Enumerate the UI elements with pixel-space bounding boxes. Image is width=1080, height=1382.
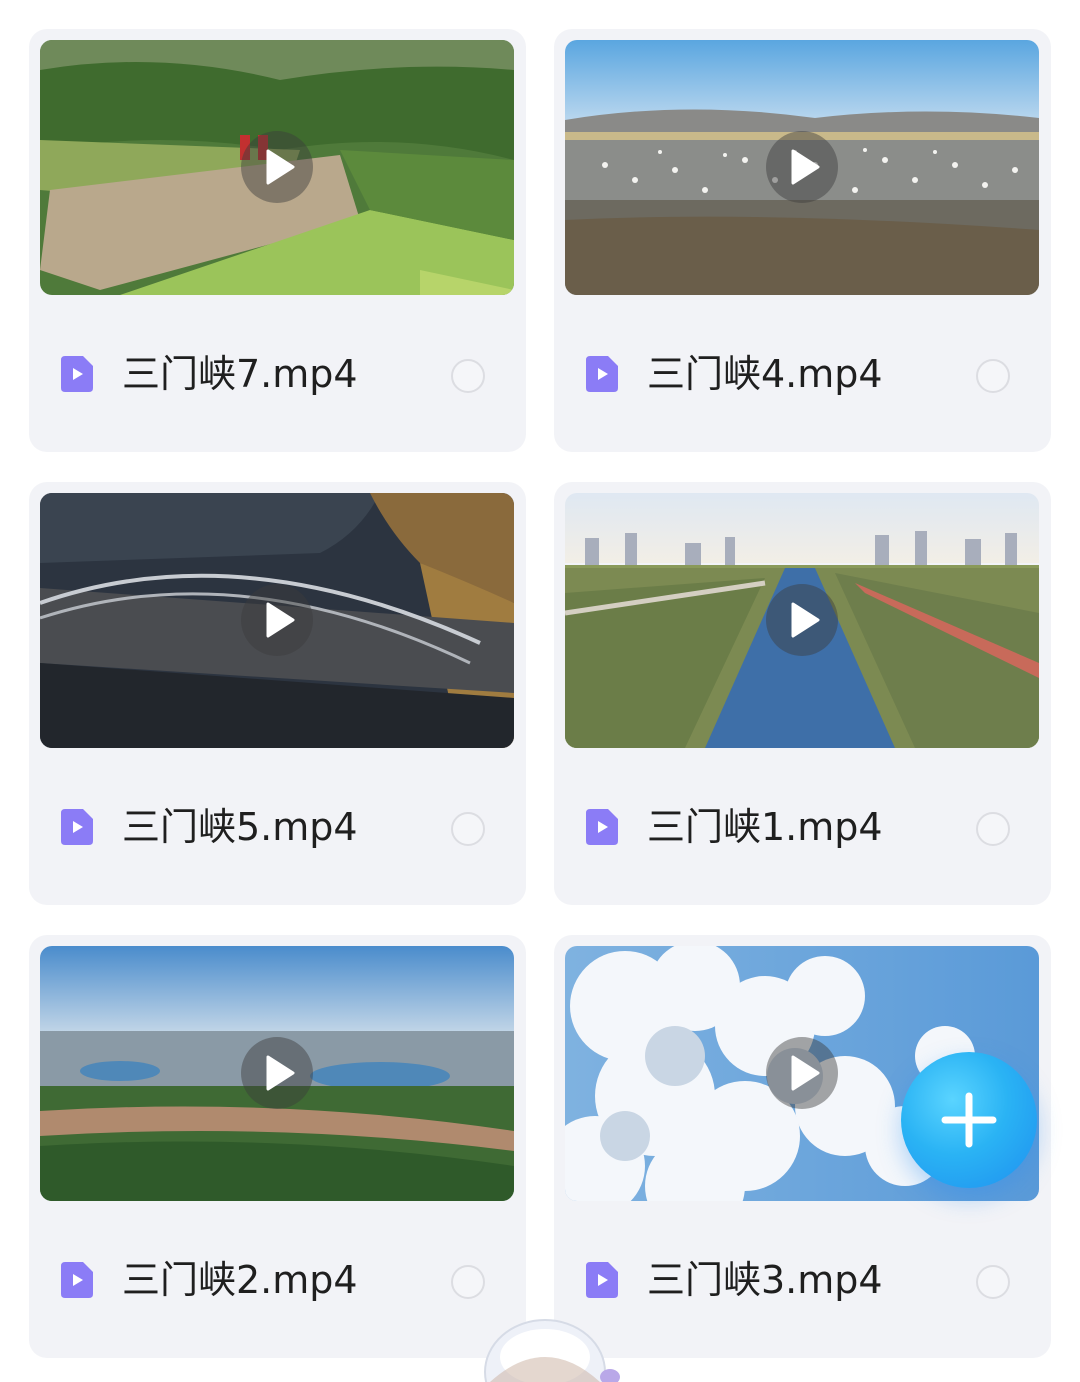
file-name: 三门峡2.mp4 xyxy=(122,1258,358,1302)
video-grid: 三门峡7.mp4 三门峡4.mp4 三门峡5.mp4 三门峡1.mp4 三门峡2… xyxy=(0,0,1080,1382)
video-thumbnail[interactable] xyxy=(565,40,1039,295)
file-name: 三门峡3.mp4 xyxy=(647,1258,883,1302)
file-name: 三门峡1.mp4 xyxy=(647,805,883,849)
video-file-icon xyxy=(61,809,93,845)
video-card[interactable]: 三门峡1.mp4 xyxy=(554,482,1051,905)
video-file-icon xyxy=(61,1262,93,1298)
play-button[interactable] xyxy=(766,584,838,656)
play-button[interactable] xyxy=(766,1037,838,1109)
play-icon xyxy=(266,1055,295,1091)
play-icon xyxy=(791,149,820,185)
radio-unchecked-icon[interactable] xyxy=(976,359,1010,393)
video-card[interactable]: 三门峡2.mp4 xyxy=(29,935,526,1358)
play-button[interactable] xyxy=(241,1037,313,1109)
video-file-icon xyxy=(586,1262,618,1298)
video-thumbnail[interactable] xyxy=(40,40,514,295)
play-icon xyxy=(791,602,820,638)
radio-unchecked-icon[interactable] xyxy=(976,812,1010,846)
file-name: 三门峡5.mp4 xyxy=(122,805,358,849)
video-file-icon xyxy=(586,809,618,845)
plus-icon xyxy=(941,1092,997,1148)
radio-unchecked-icon[interactable] xyxy=(451,359,485,393)
video-file-icon xyxy=(61,356,93,392)
file-name: 三门峡7.mp4 xyxy=(122,352,358,396)
mascot-icon xyxy=(484,1319,620,1382)
play-icon xyxy=(266,149,295,185)
video-thumbnail[interactable] xyxy=(40,493,514,748)
radio-unchecked-icon[interactable] xyxy=(451,1265,485,1299)
file-name: 三门峡4.mp4 xyxy=(647,352,883,396)
video-thumbnail[interactable] xyxy=(40,946,514,1201)
radio-unchecked-icon[interactable] xyxy=(976,1265,1010,1299)
video-file-icon xyxy=(586,356,618,392)
play-button[interactable] xyxy=(766,131,838,203)
play-icon xyxy=(266,602,295,638)
video-card[interactable]: 三门峡7.mp4 xyxy=(29,29,526,452)
play-icon xyxy=(791,1055,820,1091)
add-button[interactable] xyxy=(901,1052,1037,1188)
video-card[interactable]: 三门峡5.mp4 xyxy=(29,482,526,905)
play-button[interactable] xyxy=(241,131,313,203)
play-button[interactable] xyxy=(241,584,313,656)
video-thumbnail[interactable] xyxy=(565,493,1039,748)
radio-unchecked-icon[interactable] xyxy=(451,812,485,846)
video-card[interactable]: 三门峡4.mp4 xyxy=(554,29,1051,452)
